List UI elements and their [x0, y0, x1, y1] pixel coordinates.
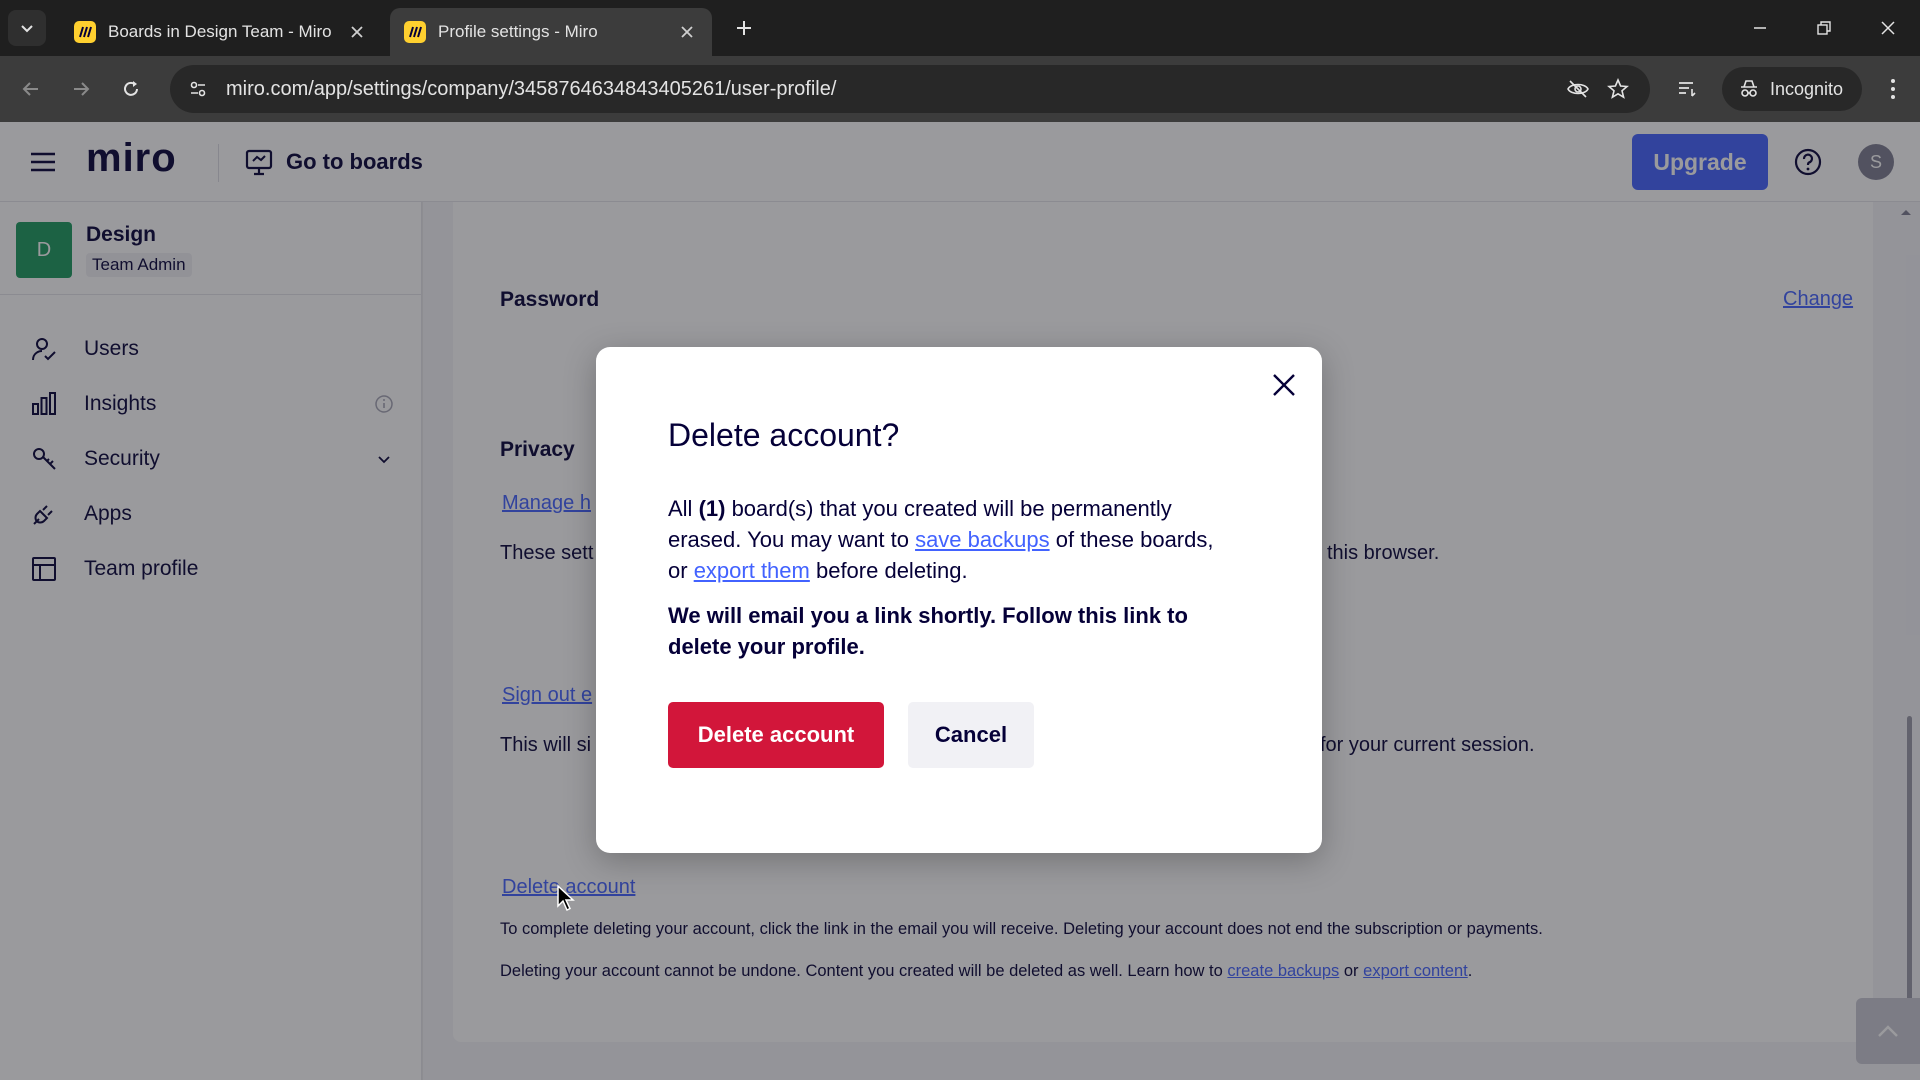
delete-account-dialog: Delete account? All (1) board(s) that yo…	[596, 347, 1322, 853]
close-icon	[1273, 374, 1295, 396]
dialog-text: All	[668, 496, 699, 521]
site-info-icon[interactable]	[176, 67, 220, 111]
dialog-text: before deleting.	[809, 558, 968, 583]
arrow-right-icon	[74, 82, 90, 96]
chevron-down-icon	[21, 25, 33, 33]
miro-favicon-icon	[404, 21, 426, 43]
browser-tab-profile-settings[interactable]: Profile settings - Miro	[390, 8, 712, 56]
close-tab-icon[interactable]	[346, 21, 368, 43]
close-dialog-button[interactable]	[1264, 365, 1304, 405]
tab-title: Boards in Design Team - Miro	[108, 22, 332, 41]
url-text[interactable]: miro.com/app/settings/company/3458764634…	[226, 78, 1558, 101]
save-backups-link[interactable]: save backups	[915, 527, 1050, 552]
back-button[interactable]	[14, 72, 48, 106]
address-bar[interactable]: miro.com/app/settings/company/3458764634…	[170, 65, 1650, 113]
restore-button[interactable]	[1794, 8, 1854, 48]
delete-account-button[interactable]: Delete account	[668, 702, 884, 768]
miro-favicon-icon	[74, 21, 96, 43]
forward-button[interactable]	[64, 72, 98, 106]
incognito-label: Incognito	[1770, 78, 1844, 99]
incognito-icon	[1741, 80, 1757, 97]
dialog-description: All (1) board(s) that you created will b…	[668, 493, 1228, 586]
mouse-cursor-icon	[557, 884, 575, 912]
more-vertical-icon	[1891, 79, 1895, 99]
star-icon[interactable]	[1598, 69, 1638, 109]
incognito-indicator[interactable]: Incognito	[1722, 67, 1862, 111]
browser-tab-bar: Boards in Design Team - Miro Profile set…	[0, 0, 1920, 56]
reload-button[interactable]	[114, 72, 148, 106]
browser-toolbar: miro.com/app/settings/company/3458764634…	[0, 56, 1920, 122]
arrow-left-icon	[22, 82, 38, 96]
cancel-button[interactable]: Cancel	[908, 702, 1034, 768]
export-them-link[interactable]: export them	[694, 558, 810, 583]
tab-search-button[interactable]	[8, 10, 46, 46]
reload-icon	[124, 81, 138, 96]
plus-icon	[737, 21, 751, 35]
browser-tab-boards[interactable]: Boards in Design Team - Miro	[60, 8, 382, 56]
dialog-email-notice: We will email you a link shortly. Follow…	[668, 603, 1188, 659]
eye-off-icon[interactable]	[1558, 69, 1598, 109]
new-tab-button[interactable]	[730, 14, 758, 42]
restore-icon	[1817, 21, 1831, 35]
reading-list-icon[interactable]	[1670, 72, 1704, 106]
close-tab-icon[interactable]	[676, 21, 698, 43]
minimize-icon	[1754, 27, 1766, 29]
close-window-button[interactable]	[1858, 8, 1918, 48]
board-count: (1)	[698, 496, 726, 521]
dialog-title: Delete account?	[668, 417, 900, 453]
tab-title: Profile settings - Miro	[438, 22, 598, 41]
browser-menu-button[interactable]	[1876, 72, 1910, 106]
minimize-button[interactable]	[1730, 8, 1790, 48]
close-icon	[1881, 21, 1895, 35]
